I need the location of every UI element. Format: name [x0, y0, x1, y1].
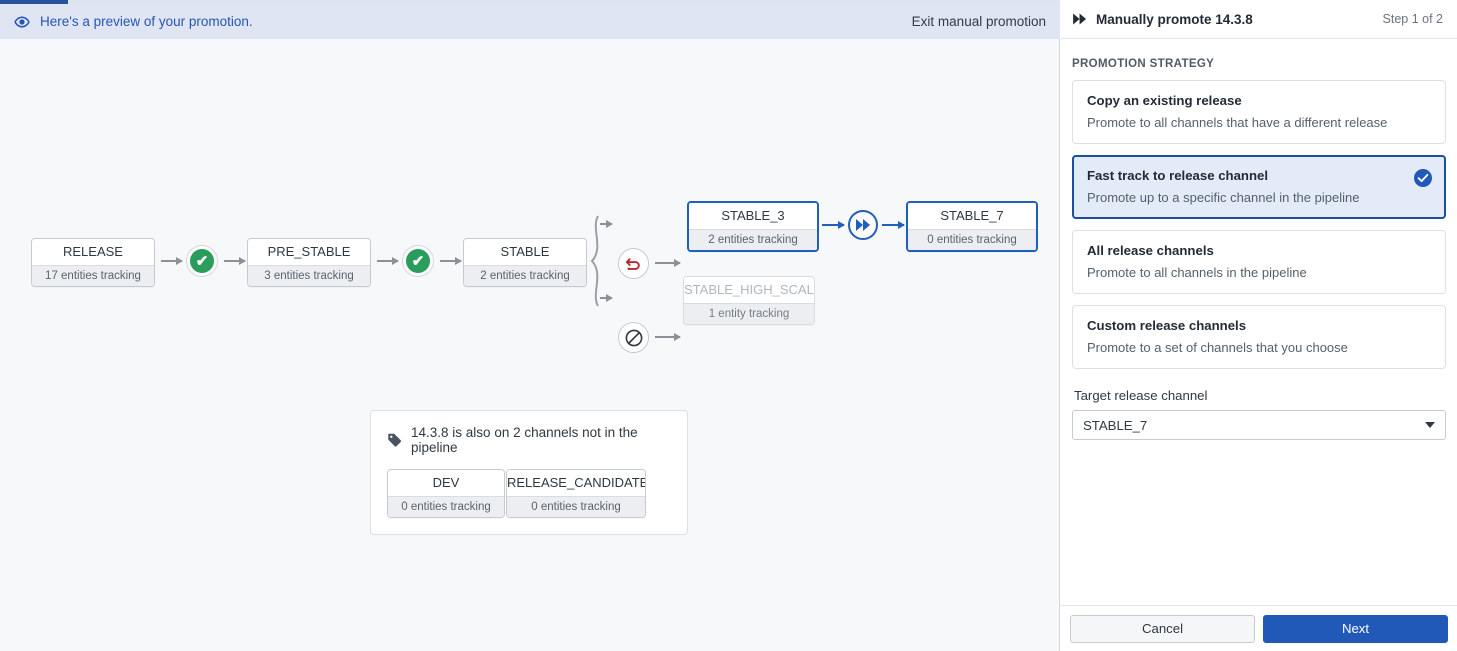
node-subtitle: 1 entity tracking	[684, 303, 814, 324]
pipeline-node-stable-7[interactable]: STABLE_7 0 entities tracking	[906, 201, 1038, 252]
rollback-icon	[625, 258, 640, 271]
gate-check-circle-icon-1: ✔	[187, 246, 217, 276]
preview-banner: Here's a preview of your promotion. Exit…	[0, 4, 1060, 39]
strategy-option-title: All release channels	[1087, 243, 1214, 258]
gate-blocked-icon	[618, 322, 649, 353]
node-subtitle: 0 entities tracking	[388, 496, 504, 517]
exit-manual-promotion-link[interactable]: Exit manual promotion	[912, 14, 1046, 29]
branch-connector	[590, 215, 599, 307]
selected-check-icon	[1414, 169, 1432, 187]
blocked-icon	[625, 329, 642, 346]
strategy-option-custom-release-channels[interactable]: Custom release channels Promote to a set…	[1072, 305, 1446, 369]
cancel-button[interactable]: Cancel	[1070, 614, 1255, 643]
check-glyph: ✔	[411, 252, 425, 270]
node-title: STABLE	[464, 239, 586, 265]
strategy-option-title: Copy an existing release	[1087, 93, 1242, 108]
pipeline-node-stable-3[interactable]: STABLE_3 2 entities tracking	[687, 201, 819, 252]
node-title: STABLE_3	[689, 203, 817, 229]
node-title: STABLE_7	[908, 203, 1036, 229]
promotion-strategy-label: PROMOTION STRATEGY	[1072, 58, 1215, 70]
node-title: STABLE_HIGH_SCALE	[684, 277, 814, 303]
node-title: RELEASE	[32, 239, 154, 265]
panel-step-indicator: Step 1 of 2	[1382, 12, 1443, 26]
node-subtitle: 17 entities tracking	[32, 265, 154, 286]
strategy-option-fast-track[interactable]: Fast track to release channel Promote up…	[1072, 155, 1446, 219]
gate-fast-forward-icon	[848, 210, 878, 240]
connector-arrow	[224, 257, 246, 265]
panel-footer: Cancel Next	[1061, 605, 1457, 651]
target-release-channel-label: Target release channel	[1074, 388, 1208, 403]
extra-channels-card: 14.3.8 is also on 2 channels not in the …	[370, 410, 688, 535]
connector-arrow	[161, 257, 183, 265]
node-subtitle: 0 entities tracking	[507, 496, 645, 517]
fast-forward-icon	[856, 219, 870, 231]
pipeline-node-stable-high-scale[interactable]: STABLE_HIGH_SCALE 1 entity tracking	[683, 276, 815, 325]
tag-icon	[388, 433, 402, 447]
extra-channels-heading-row: 14.3.8 is also on 2 channels not in the …	[387, 425, 671, 455]
strategy-option-copy-existing-release[interactable]: Copy an existing release Promote to all …	[1072, 80, 1446, 144]
panel-title-group: Manually promote 14.3.8	[1073, 12, 1383, 27]
fast-forward-icon	[1073, 13, 1088, 25]
strategy-option-all-release-channels[interactable]: All release channels Promote to all chan…	[1072, 230, 1446, 294]
connector-arrow-blue	[882, 221, 905, 229]
node-subtitle: 3 entities tracking	[248, 265, 370, 286]
next-button[interactable]: Next	[1263, 614, 1448, 643]
target-release-channel-select[interactable]: STABLE_7	[1072, 410, 1446, 440]
extra-channel-node-release-candidate[interactable]: RELEASE_CANDIDATE 0 entities tracking	[506, 469, 646, 518]
connector-arrow	[440, 257, 462, 265]
pipeline-node-pre-stable[interactable]: PRE_STABLE 3 entities tracking	[247, 238, 371, 287]
pipeline-node-release[interactable]: RELEASE 17 entities tracking	[31, 238, 155, 287]
branch-arrow-top	[600, 220, 613, 228]
connector-arrow	[655, 259, 681, 267]
extra-channels-heading: 14.3.8 is also on 2 channels not in the …	[411, 425, 638, 455]
connector-arrow	[655, 333, 681, 341]
gate-rollback-icon	[618, 248, 649, 279]
target-release-channel-value: STABLE_7	[1083, 417, 1148, 433]
preview-banner-text: Here's a preview of your promotion.	[40, 14, 253, 29]
gate-check-circle-icon-2: ✔	[403, 246, 433, 276]
strategy-option-desc: Promote to a set of channels that you ch…	[1087, 340, 1348, 355]
preview-banner-message-group: Here's a preview of your promotion.	[14, 14, 912, 30]
extra-channel-node-dev[interactable]: DEV 0 entities tracking	[387, 469, 505, 518]
node-title: DEV	[388, 470, 504, 496]
node-subtitle: 2 entities tracking	[464, 265, 586, 286]
strategy-option-title: Custom release channels	[1087, 318, 1247, 333]
promotion-preview-screen: Here's a preview of your promotion. Exit…	[0, 0, 1457, 651]
panel-body: PROMOTION STRATEGY Copy an existing rele…	[1061, 40, 1457, 605]
manual-promotion-panel: Manually promote 14.3.8 Step 1 of 2 PROM…	[1061, 0, 1457, 651]
strategy-option-title: Fast track to release channel	[1087, 168, 1269, 183]
panel-title-text: Manually promote 14.3.8	[1096, 11, 1253, 27]
node-title: RELEASE_CANDIDATE	[507, 470, 645, 496]
connector-arrow	[377, 257, 399, 265]
chevron-down-icon	[1425, 422, 1435, 428]
strategy-option-desc: Promote to all channels in the pipeline	[1087, 265, 1307, 280]
pipeline-canvas: RELEASE 17 entities tracking ✔ PRE_STABL…	[0, 39, 1060, 651]
eye-icon	[14, 14, 30, 30]
panel-header: Manually promote 14.3.8 Step 1 of 2	[1061, 0, 1457, 39]
node-subtitle: 0 entities tracking	[908, 229, 1036, 250]
node-title: PRE_STABLE	[248, 239, 370, 265]
pipeline-node-stable[interactable]: STABLE 2 entities tracking	[463, 238, 587, 287]
strategy-option-desc: Promote to all channels that have a diff…	[1087, 115, 1388, 130]
strategy-option-desc: Promote up to a specific channel in the …	[1087, 190, 1360, 205]
check-glyph: ✔	[195, 252, 209, 270]
branch-arrow-bottom	[600, 294, 613, 302]
connector-arrow-blue	[822, 221, 845, 229]
extra-channels-node-list: DEV 0 entities tracking RELEASE_CANDIDAT…	[387, 469, 671, 518]
node-subtitle: 2 entities tracking	[689, 229, 817, 250]
